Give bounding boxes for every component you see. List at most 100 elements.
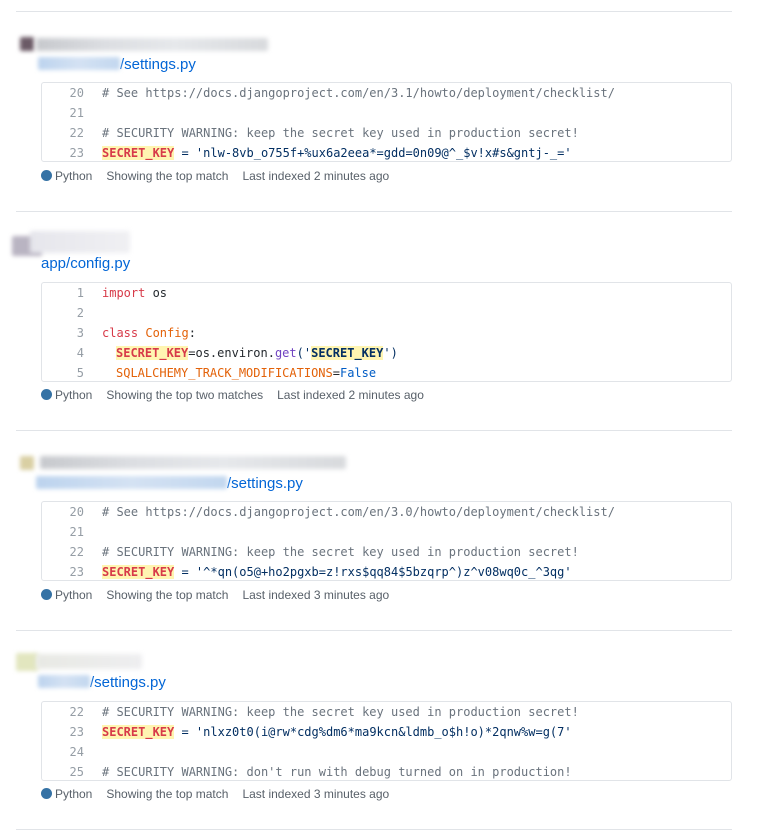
search-highlight: SECRET_KEY (102, 565, 175, 579)
code-line: 2 (42, 303, 731, 323)
line-number[interactable]: 22 (42, 542, 84, 562)
line-number[interactable]: 25 (42, 762, 84, 782)
code-line: 23 SECRET_KEY = '^*qn(o5@+ho2pgxb=z!rxs$q… (42, 562, 731, 582)
code-text: = '^*qn(o5@+ho2pgxb=z!rxs$qq84$5bzqrp^)z… (174, 565, 572, 579)
line-number[interactable]: 23 (42, 143, 84, 163)
result-divider (16, 11, 732, 12)
result-meta: Python Showing the top two matches Last in… (41, 387, 424, 403)
code-line: 22 # SECURITY WARNING: keep the secret ke… (42, 123, 731, 143)
line-number[interactable]: 2 (42, 303, 84, 323)
result-divider (16, 430, 732, 431)
code-line: 20 # See https://docs.djangoproject.com/e… (42, 83, 731, 103)
language-color-dot (41, 389, 52, 400)
code-comment: # SECURITY WARNING: keep the secret key … (102, 126, 579, 140)
code-constant: False (339, 366, 377, 380)
code-line: 1 import os (42, 283, 731, 303)
line-number[interactable]: 22 (42, 702, 84, 722)
repo-name-redacted[interactable] (36, 38, 268, 51)
code-text: = 'nlxz0t0(i@rw*cdg%dm6*ma9kcn&ldmb_o$h!… (174, 725, 572, 739)
result-divider (16, 630, 732, 631)
code-line: 21 (42, 103, 731, 123)
repo-name-redacted[interactable] (40, 456, 346, 469)
code-class-name: Config (145, 326, 189, 340)
line-number[interactable]: 23 (42, 722, 84, 742)
language-color-dot (41, 170, 52, 181)
line-number[interactable]: 4 (42, 343, 84, 363)
path-prefix-redacted (36, 476, 227, 489)
code-line: 20 # See https://docs.djangoproject.com/e… (42, 502, 731, 522)
code-snippet: 22 # SECURITY WARNING: keep the secret ke… (41, 701, 732, 781)
code-comment: # SECURITY WARNING: don't run with debug… (102, 765, 572, 779)
result-meta: Python Showing the top match Last indexed … (41, 587, 389, 603)
code-line: 22 # SECURITY WARNING: keep the secret ke… (42, 542, 731, 562)
code-line: 23 SECRET_KEY = 'nlw-8vb_o755f+%ux6a2eea*… (42, 143, 731, 163)
code-keyword: import (102, 286, 146, 300)
file-path-link[interactable]: /settings.py (38, 56, 196, 74)
code-snippet: 20 # See https://docs.djangoproject.com/e… (41, 82, 732, 162)
code-text: (' (296, 346, 312, 360)
language-label: Python (55, 588, 93, 602)
result-divider (16, 829, 732, 830)
file-path-link[interactable]: /settings.py (36, 475, 303, 493)
file-path-suffix: /settings.py (227, 475, 303, 492)
language-label: Python (55, 169, 93, 183)
last-indexed: Last indexed 2 minutes ago (277, 388, 424, 402)
match-count: Showing the top two matches (106, 388, 264, 402)
code-comment: # SECURITY WARNING: keep the secret key … (102, 705, 579, 719)
file-path: app/config.py (41, 255, 131, 272)
file-path-link[interactable]: app/config.py (41, 255, 130, 273)
result-divider (16, 211, 732, 212)
code-text: ') (383, 346, 398, 360)
last-indexed: Last indexed 3 minutes ago (242, 787, 390, 801)
code-snippet: 1 import os 2 3 class Config: 4 SECRET_KEY=… (41, 282, 732, 382)
code-line: 24 (42, 742, 731, 762)
line-number[interactable]: 20 (42, 502, 84, 522)
line-number[interactable]: 20 (42, 83, 84, 103)
code-text: : (188, 326, 196, 340)
result-meta: Python Showing the top match Last indexed … (41, 786, 389, 802)
search-highlight: SECRET_KEY (102, 725, 175, 739)
code-keyword: class (102, 326, 139, 340)
code-attribute: SQLALCHEMY_TRACK_MODIFICATIONS (116, 366, 333, 380)
last-indexed: Last indexed 3 minutes ago (242, 588, 390, 602)
line-number[interactable]: 23 (42, 562, 84, 582)
code-text: =os.environ. (188, 346, 275, 360)
file-path-suffix: /settings.py (120, 56, 196, 73)
search-highlight: SECRET_KEY (116, 346, 189, 360)
path-prefix-redacted (38, 675, 90, 688)
language-label: Python (55, 388, 93, 402)
line-number[interactable]: 3 (42, 323, 84, 343)
result-meta: Python Showing the top match Last indexed … (41, 168, 389, 184)
repo-avatar[interactable] (16, 653, 38, 671)
repo-avatar[interactable] (20, 37, 34, 51)
file-path-suffix: /settings.py (90, 674, 166, 691)
language-color-dot (41, 589, 52, 600)
repo-name-redacted[interactable] (36, 654, 142, 669)
code-line: 25 # SECURITY WARNING: don't run with deb… (42, 762, 731, 782)
search-highlight: SECRET_KEY (102, 146, 175, 160)
line-number[interactable]: 22 (42, 123, 84, 143)
repo-avatar[interactable] (20, 456, 34, 470)
line-number[interactable]: 5 (42, 363, 84, 383)
code-snippet: 20 # See https://docs.djangoproject.com/e… (41, 501, 732, 581)
line-number[interactable]: 21 (42, 522, 84, 542)
code-line: 4 SECRET_KEY=os.environ.get('SECRET_KEY') (42, 343, 731, 363)
code-comment: # See https://docs.djangoproject.com/en/… (102, 86, 615, 100)
match-count: Showing the top match (106, 588, 229, 602)
match-count: Showing the top match (106, 787, 229, 801)
code-text: = (332, 366, 340, 380)
repo-name-redacted[interactable] (30, 231, 130, 253)
line-number[interactable]: 24 (42, 742, 84, 762)
match-count: Showing the top match (106, 169, 229, 183)
code-text: = 'nlw-8vb_o755f+%ux6a2eea*=gdd=0n09@^_$… (174, 146, 572, 160)
line-number[interactable]: 21 (42, 103, 84, 123)
code-line: 22 # SECURITY WARNING: keep the secret ke… (42, 702, 731, 722)
last-indexed: Last indexed 2 minutes ago (242, 169, 390, 183)
language-color-dot (41, 788, 52, 799)
code-function: get (274, 346, 297, 360)
line-number[interactable]: 1 (42, 283, 84, 303)
code-line: 3 class Config: (42, 323, 731, 343)
code-comment: # See https://docs.djangoproject.com/en/… (102, 505, 615, 519)
file-path-link[interactable]: /settings.py (38, 674, 166, 692)
code-line: 5 SQLALCHEMY_TRACK_MODIFICATIONS=False (42, 363, 731, 383)
